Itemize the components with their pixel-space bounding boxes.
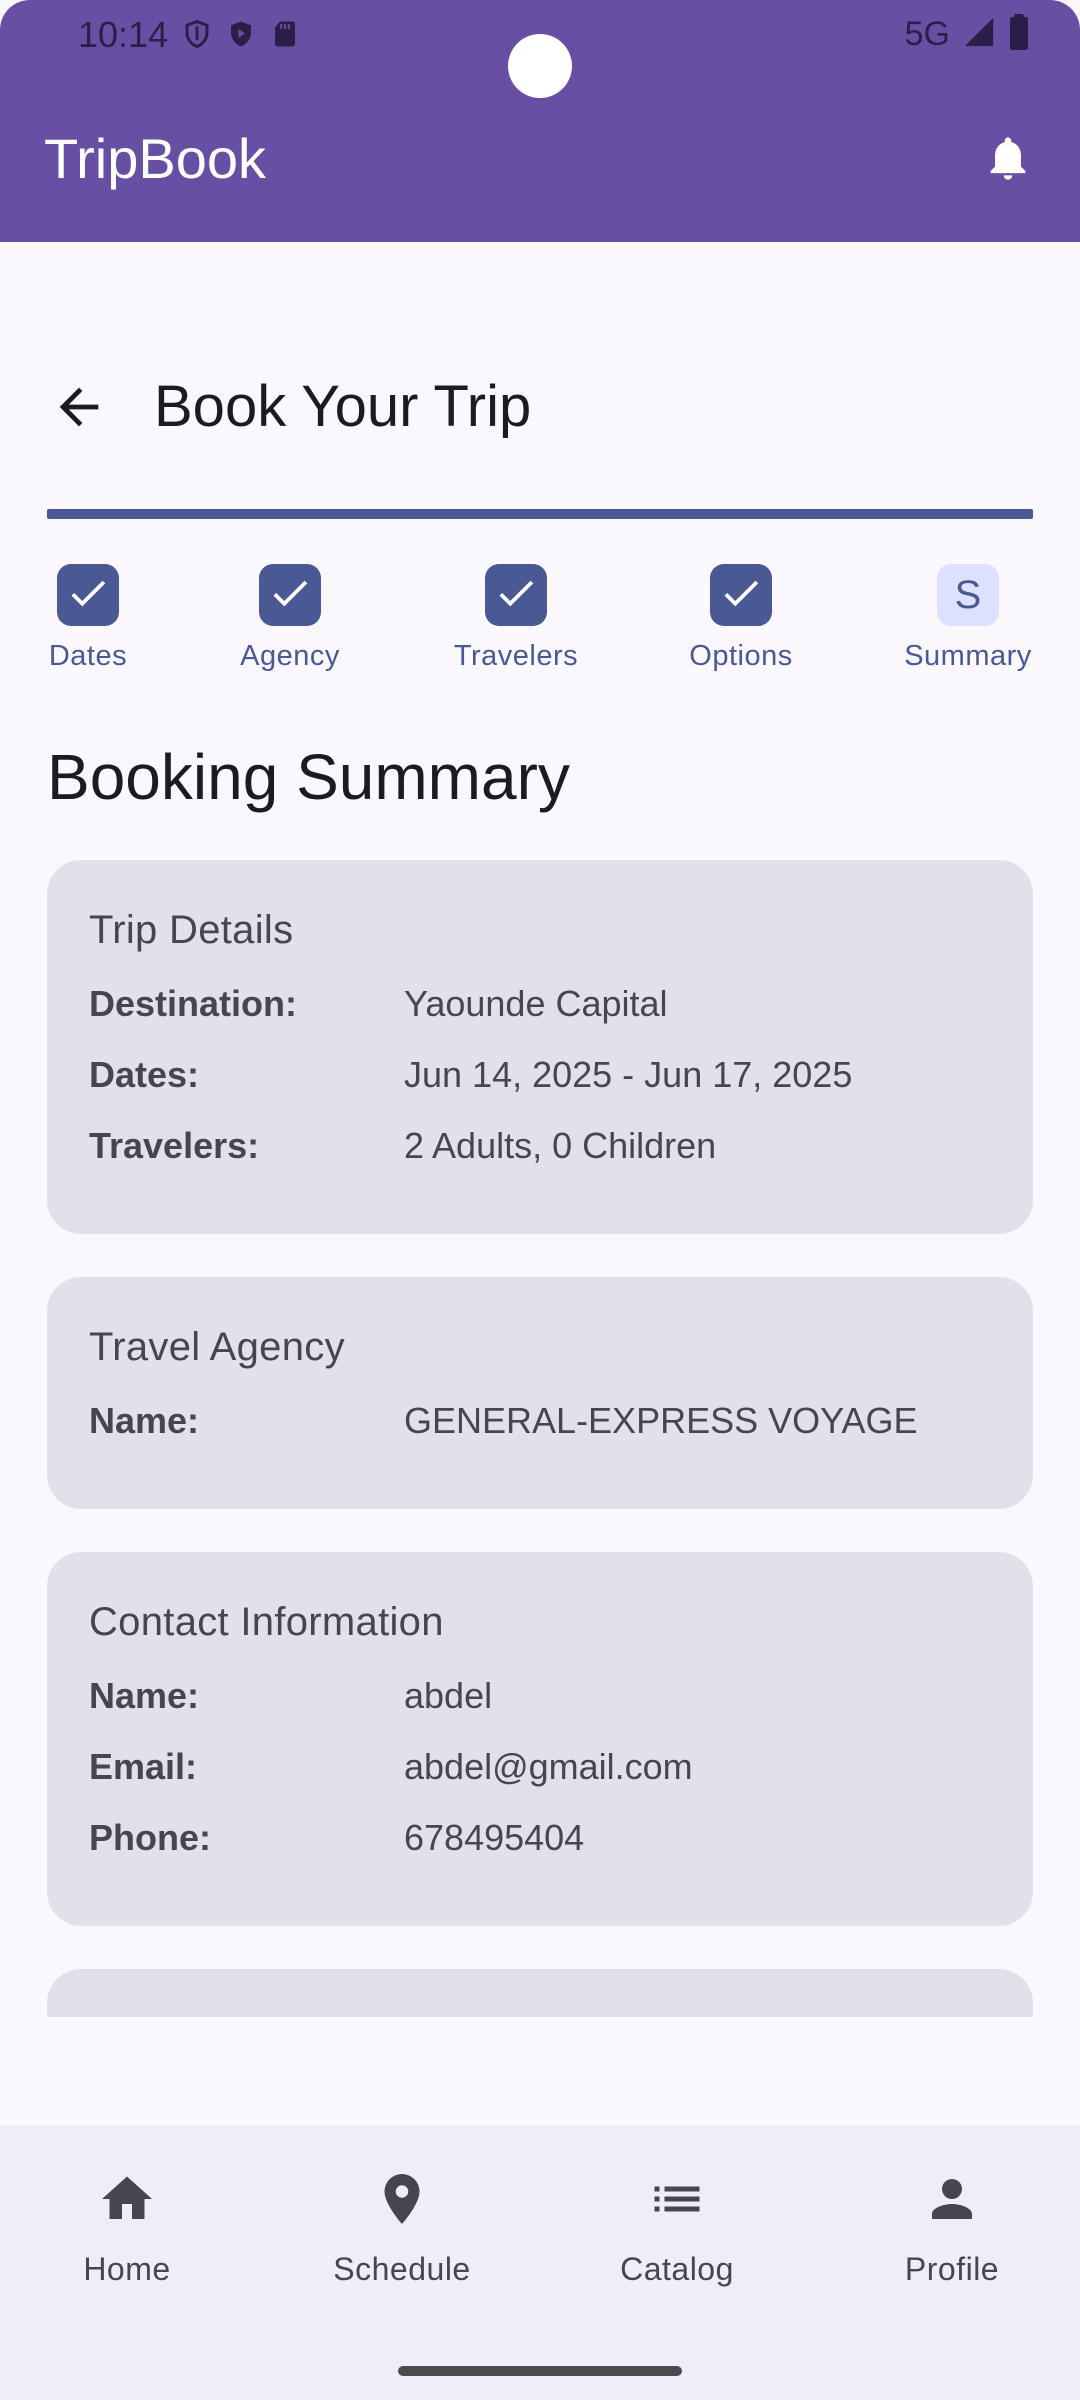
battery-icon — [1008, 14, 1030, 55]
home-icon — [97, 2169, 157, 2229]
person-icon — [922, 2169, 982, 2229]
nav-catalog[interactable]: Catalog — [577, 2169, 777, 2288]
check-icon — [267, 570, 313, 621]
bottom-navigation: Home Schedule Catalog Profile — [0, 2125, 1080, 2400]
app-title: TripBook — [44, 127, 267, 190]
step-label: Options — [689, 640, 793, 672]
detail-key: Destination: — [89, 983, 298, 1024]
step-check-box — [259, 564, 321, 626]
detail-value: abdel@gmail.com — [404, 1746, 693, 1787]
detail-key: Phone: — [89, 1817, 211, 1858]
detail-value: abdel — [404, 1675, 493, 1716]
detail-value: GENERAL-EXPRESS VOYAGE — [404, 1400, 918, 1441]
gesture-handle[interactable] — [398, 2366, 682, 2376]
next-card-partial — [47, 1969, 1033, 2017]
sd-card-icon — [270, 18, 300, 50]
check-icon — [718, 570, 764, 621]
detail-row: Phone: 678495404 — [89, 1817, 991, 1888]
detail-value: Jun 14, 2025 - Jun 17, 2025 — [404, 1054, 853, 1095]
detail-row: Dates: Jun 14, 2025 - Jun 17, 2025 — [89, 1054, 991, 1125]
card-title: Contact Information — [89, 1600, 444, 1644]
step-current-box: S — [937, 564, 999, 626]
summary-heading: Booking Summary — [47, 741, 570, 813]
detail-key: Travelers: — [89, 1125, 260, 1166]
step-dates[interactable]: Dates — [38, 564, 138, 673]
step-summary[interactable]: S Summary — [888, 564, 1048, 673]
nav-label: Schedule — [333, 2251, 471, 2287]
detail-row: Email: abdel@gmail.com — [89, 1746, 991, 1817]
status-right: 5G — [905, 14, 1030, 55]
nav-profile[interactable]: Profile — [852, 2169, 1052, 2288]
bell-icon[interactable] — [982, 130, 1034, 186]
detail-row: Name: abdel — [89, 1675, 991, 1746]
detail-key: Dates: — [89, 1054, 200, 1095]
card-title: Travel Agency — [89, 1325, 345, 1369]
contact-information-card: Contact Information Name: abdel Email: a… — [47, 1552, 1033, 1926]
step-options[interactable]: Options — [671, 564, 811, 673]
detail-value: 2 Adults, 0 Children — [404, 1125, 717, 1166]
status-notification-icons — [182, 18, 300, 50]
status-time: 10:14 — [78, 14, 169, 55]
nav-label: Profile — [904, 2251, 1000, 2287]
list-icon — [647, 2169, 707, 2229]
step-check-box — [710, 564, 772, 626]
nav-label: Home — [83, 2251, 171, 2287]
detail-row: Destination: Yaounde Capital — [89, 983, 991, 1054]
shield-outline-icon — [182, 18, 212, 50]
top-app-bar: 10:14 5G TripBook — [0, 0, 1080, 242]
step-check-box — [57, 564, 119, 626]
nav-schedule[interactable]: Schedule — [302, 2169, 502, 2288]
step-label: Agency — [240, 640, 340, 672]
step-travelers[interactable]: Travelers — [441, 564, 591, 673]
travel-agency-card: Travel Agency Name: GENERAL-EXPRESS VOYA… — [47, 1277, 1033, 1509]
signal-icon — [962, 15, 996, 54]
trip-details-card: Trip Details Destination: Yaounde Capita… — [47, 860, 1033, 1234]
step-label: Travelers — [453, 640, 579, 672]
step-check-box — [485, 564, 547, 626]
booking-progress-bar — [47, 509, 1033, 519]
step-agency[interactable]: Agency — [230, 564, 350, 673]
network-label: 5G — [904, 15, 950, 53]
nav-label: Catalog — [620, 2251, 734, 2287]
arrow-left-icon — [50, 387, 108, 440]
step-letter: S — [954, 572, 982, 617]
back-button[interactable] — [50, 378, 108, 436]
detail-key: Name: — [89, 1675, 200, 1716]
shield-play-icon — [226, 18, 256, 50]
check-icon — [65, 570, 111, 621]
nav-home[interactable]: Home — [27, 2169, 227, 2288]
step-label: Dates — [48, 640, 128, 672]
check-icon — [493, 570, 539, 621]
camera-cutout — [508, 34, 572, 98]
detail-key: Email: — [89, 1746, 198, 1787]
detail-key: Name: — [89, 1400, 200, 1441]
detail-row: Name: GENERAL-EXPRESS VOYAGE — [89, 1400, 991, 1471]
location-pin-icon — [372, 2169, 432, 2229]
card-title: Trip Details — [89, 908, 294, 952]
detail-value: 678495404 — [404, 1817, 585, 1858]
detail-row: Travelers: 2 Adults, 0 Children — [89, 1125, 991, 1196]
step-label: Summary — [904, 640, 1032, 672]
detail-value: Yaounde Capital — [404, 983, 668, 1024]
page-title: Book Your Trip — [154, 374, 532, 439]
